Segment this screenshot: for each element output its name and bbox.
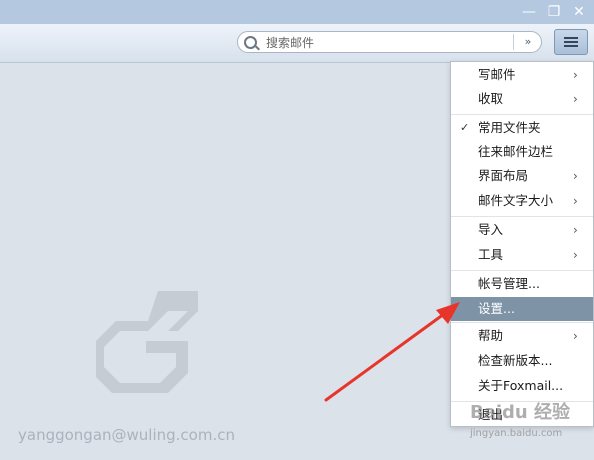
chevron-right-icon: › [573,223,578,237]
account-email-label: yanggongan@wuling.com.cn [18,426,235,444]
search-options-button[interactable]: » [518,33,538,51]
menu-item-label: 导入 [478,222,504,237]
chevron-right-icon: › [573,194,578,208]
menu-item-label: 检查新版本... [478,353,553,368]
menu-item-label: 写邮件 [478,67,516,82]
search-icon[interactable] [244,36,257,49]
menu-item-label: 收取 [478,91,504,106]
menu-item-label: 常用文件夹 [478,120,541,135]
menu-item-compose[interactable]: 写邮件 › [451,63,593,87]
menu-item-label: 工具 [478,247,504,262]
menu-item-label: 帮助 [478,328,504,343]
close-button[interactable]: ✕ [568,2,590,22]
restore-button[interactable]: ❐ [543,2,565,22]
annotation-arrow [324,302,460,402]
chevron-right-icon: › [573,169,578,183]
menu-item-help[interactable]: 帮助 › [451,324,593,348]
menu-item-import[interactable]: 导入 › [451,218,593,242]
search-input[interactable] [264,33,508,53]
chevron-right-icon: › [573,248,578,262]
toolbar: » [0,24,594,63]
menu-item-about[interactable]: 关于Foxmail... [451,374,593,398]
menu-item-label: 帐号管理... [478,276,540,291]
search-divider [513,34,514,50]
menu-item-receive[interactable]: 收取 › [451,87,593,111]
menu-item-settings[interactable]: 设置... [451,297,593,321]
menu-item-label: 设置... [478,301,515,316]
chevron-right-icon: › [573,92,578,106]
main-menu-button[interactable] [554,29,588,55]
menu-item-font-size[interactable]: 邮件文字大小 › [451,189,593,213]
menu-separator [451,216,593,217]
menu-separator [451,114,593,115]
search-box: » [237,31,542,53]
menu-item-label: 往来邮件边栏 [478,144,554,159]
menu-item-common-folders[interactable]: ✓ 常用文件夹 [451,116,593,140]
menu-item-label: 关于Foxmail... [478,378,564,393]
menu-item-tools[interactable]: 工具 › [451,243,593,267]
menu-item-check-updates[interactable]: 检查新版本... [451,349,593,373]
checkmark-icon: ✓ [460,121,470,134]
minimize-button[interactable]: — [518,2,540,22]
watermark-brand: Baidu 经验 [470,402,571,423]
foxmail-logo-icon [96,291,198,393]
title-bar: — ❐ ✕ [0,0,594,24]
baidu-watermark: Baidu 经验 jingyan.baidu.com [470,398,594,460]
menu-item-layout[interactable]: 界面布局 › [451,164,593,188]
chevron-right-icon: › [573,68,578,82]
menu-separator [451,322,593,323]
menu-item-label: 邮件文字大小 [478,193,554,208]
menu-item-label: 界面布局 [478,168,529,183]
menu-item-correspondence-sidebar[interactable]: 往来邮件边栏 [451,140,593,164]
menu-item-account-management[interactable]: 帐号管理... [451,272,593,296]
chevron-right-icon: › [573,329,578,343]
main-dropdown-menu: 写邮件 › 收取 › ✓ 常用文件夹 往来邮件边栏 界面布局 › 邮件文字大小 … [450,61,594,427]
watermark-site: jingyan.baidu.com [470,428,563,439]
menu-separator [451,270,593,271]
